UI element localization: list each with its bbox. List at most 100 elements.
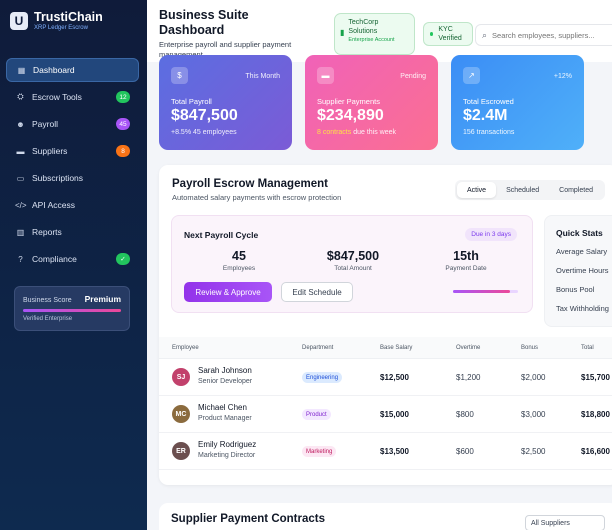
employee-name: Sarah Johnson	[198, 366, 252, 375]
quick-stat-item: Bonus Pool	[556, 285, 595, 294]
sidebar-item-reports[interactable]: ▥ Reports	[6, 220, 139, 244]
stat-label: Total Payroll	[171, 97, 212, 106]
tab-active[interactable]: Active	[457, 182, 497, 198]
overtime-cell: $600	[456, 447, 474, 456]
sidebar-item-compliance[interactable]: ? Compliance ✓	[6, 247, 139, 271]
brand-subtitle: XRP Ledger Escrow	[34, 25, 88, 31]
metric-label: Total Amount	[334, 265, 372, 272]
department-badge: Engineering	[302, 372, 343, 383]
business-score-card: Business Score Premium Verified Enterpri…	[14, 286, 130, 331]
main-content: Business Suite Dashboard Enterprise payr…	[147, 0, 612, 530]
sidebar-item-suppliers[interactable]: ▬ Suppliers 8	[6, 139, 139, 163]
sidebar-item-subscriptions[interactable]: ▭ Subscriptions	[6, 166, 139, 190]
stat-card[interactable]: $ This Month Total Payroll $847,500 +8.5% 45…	[159, 55, 292, 150]
search-box[interactable]: ⌕	[475, 24, 612, 46]
sidebar-item-dashboard[interactable]: ▦ Dashboard	[6, 58, 139, 82]
sidebar-item-payroll[interactable]: ☻ Payroll 45	[6, 112, 139, 136]
bonus-cell: $2,500	[521, 447, 546, 456]
score-sub: Verified Enterprise	[23, 316, 73, 322]
table-row[interactable]: MC Michael Chen Product Manager Product $15,…	[159, 396, 612, 433]
employee-name: Michael Chen	[198, 403, 247, 412]
quick-stat-item: Tax Withholding	[556, 304, 609, 313]
brand-title: TrustiChain	[34, 10, 103, 24]
stat-label: Supplier Payments	[317, 97, 380, 106]
stat-footer-secondary: 156 transactions	[463, 129, 515, 136]
stat-footer-primary: +8.5%	[171, 129, 192, 136]
metric-label: Payment Date	[445, 265, 487, 272]
base-cell: $15,000	[380, 410, 409, 419]
avatar: MC	[172, 405, 190, 423]
total-cell: $18,800	[581, 410, 610, 419]
tab-completed[interactable]: Completed	[549, 182, 603, 198]
sidebar-item-escrow-tools[interactable]: ⛭ Escrow Tools 12	[6, 85, 139, 109]
stat-footer: +8.5% 45 employees	[171, 129, 237, 136]
chart-icon: ▥	[16, 227, 25, 237]
sidebar-item-api-access[interactable]: </> API Access	[6, 193, 139, 217]
column-header: Base Salary	[380, 344, 413, 351]
column-header: Department	[302, 344, 334, 351]
stat-footer: 156 transactions	[463, 129, 514, 136]
metric-value: 15th	[453, 249, 479, 263]
total-cell: $16,600	[581, 447, 610, 456]
metric-employees: 45 Employees	[194, 249, 284, 272]
employee-name: Emily Rodriguez	[198, 440, 257, 449]
sidebar-item-label: Payroll	[32, 119, 58, 129]
truck-icon: ▬	[16, 146, 25, 156]
count-badge: 12	[116, 91, 130, 103]
brand[interactable]: U TrustiChain XRP Ledger Escrow	[10, 11, 103, 31]
review-approve-button[interactable]: Review & Approve	[184, 282, 272, 302]
column-header: Overtime	[456, 344, 481, 351]
employee-role: Marketing Director	[198, 452, 256, 459]
stat-footer-secondary: 45 employees	[193, 129, 237, 136]
brand-logo: U	[10, 12, 28, 30]
quick-stat-item: Overtime Hours	[556, 266, 609, 275]
card-icon: ▭	[16, 173, 25, 183]
payroll-card: Payroll Escrow Management Automated sala…	[159, 165, 612, 485]
payroll-subtitle: Automated salary payments with escrow pr…	[172, 193, 342, 202]
employee-role: Senior Developer	[198, 378, 253, 385]
department-badge: Product	[302, 409, 331, 420]
supplier-filter-select[interactable]: All Suppliers	[525, 515, 605, 530]
due-badge: Due in 3 days	[465, 228, 517, 241]
status-dot-icon	[430, 32, 434, 36]
column-header: Employee	[172, 344, 199, 351]
payroll-cycle-panel: Next Payroll Cycle Due in 3 days 45 Empl…	[171, 215, 533, 313]
kyc-badge: KYC Verified	[423, 22, 473, 46]
metric-label: Employees	[222, 265, 256, 272]
column-header: Bonus	[521, 344, 539, 351]
org-chip[interactable]: ▮ TechCorp Solutions Enterprise Account	[334, 13, 415, 55]
sidebar-item-label: Reports	[32, 227, 62, 237]
sidebar-item-label: Compliance	[32, 254, 77, 264]
tab-scheduled[interactable]: Scheduled	[496, 182, 549, 198]
column-header: Total	[581, 344, 594, 351]
quick-stat-item: Average Salary	[556, 247, 608, 256]
kyc-text: KYC Verified	[438, 26, 462, 42]
employee-role: Product Manager	[198, 415, 252, 422]
score-value: Premium	[84, 294, 121, 304]
bonus-cell: $2,000	[521, 373, 546, 382]
avatar: SJ	[172, 368, 190, 386]
overtime-cell: $800	[456, 410, 474, 419]
score-bar	[23, 309, 121, 312]
header: Business Suite Dashboard Enterprise payr…	[147, 0, 612, 62]
overtime-cell: $1,200	[456, 373, 481, 382]
payroll-icon: $	[171, 67, 188, 84]
count-badge: 45	[116, 118, 130, 130]
table-row[interactable]: SJ Sarah Johnson Senior Developer Engineeri…	[159, 359, 612, 396]
stat-card[interactable]: ▬ Pending Supplier Payments $234,890 8 contr…	[305, 55, 438, 150]
quick-stats-panel: Quick Stats Average Salary Overtime Hours…	[544, 215, 612, 327]
table-row[interactable]: ER Emily Rodriguez Marketing Director Marke…	[159, 433, 612, 470]
stat-value: $847,500	[171, 107, 238, 124]
count-badge: 8	[116, 145, 130, 157]
base-cell: $12,500	[380, 373, 409, 382]
building-icon: ▮	[340, 28, 345, 37]
search-input[interactable]	[492, 30, 603, 40]
payroll-title: Payroll Escrow Management	[172, 178, 328, 190]
stat-card[interactable]: ↗ +12% Total Escrowed $2.4M 156 transaction…	[451, 55, 584, 150]
org-sub: Enterprise Account	[348, 37, 395, 43]
stat-footer-secondary: due this week	[353, 129, 397, 136]
dashboard-icon: ▦	[17, 65, 26, 75]
payroll-table: Employee Department Base Salary Overtime Bon…	[159, 337, 612, 470]
total-cell: $15,700	[581, 373, 610, 382]
edit-schedule-button[interactable]: Edit Schedule	[281, 282, 353, 302]
